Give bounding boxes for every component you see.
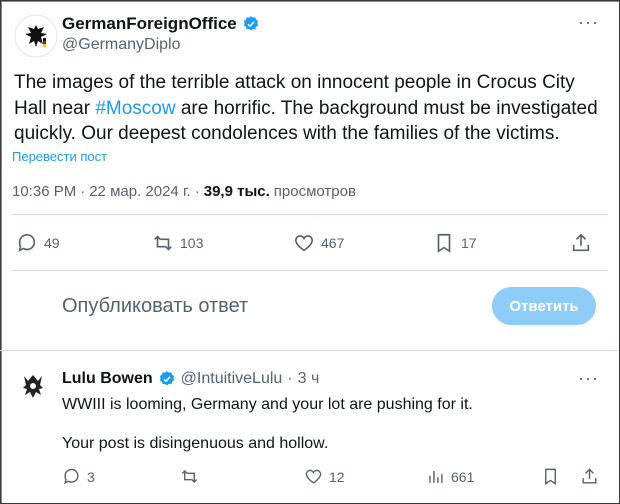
reply-author-handle[interactable]: @IntuitiveLulu: [181, 370, 283, 388]
avatar-lulu-bowen[interactable]: [14, 368, 52, 406]
like-count: 467: [321, 235, 345, 251]
reply-more-options-icon[interactable]: ···: [578, 368, 599, 389]
reply-like-count: 12: [329, 468, 345, 485]
reply-views-count: 661: [451, 468, 475, 485]
views-count: 39,9 тыс.: [203, 183, 270, 200]
reply-reply-count: 3: [87, 468, 95, 485]
reply-separator: ·: [287, 370, 293, 387]
reply-action[interactable]: 49: [16, 232, 60, 254]
reply-author-name[interactable]: Lulu Bowen: [62, 370, 153, 388]
reply-bookmark-action[interactable]: [541, 467, 560, 486]
divider: [0, 350, 618, 351]
bookmark-icon: [545, 468, 556, 485]
reply-icon: [64, 468, 79, 485]
verified-badge-icon: [159, 371, 174, 386]
repost-icon: [154, 235, 172, 251]
meta-separator: ·: [80, 183, 86, 200]
reply-reply-action[interactable]: 3: [62, 467, 95, 486]
bookmark-action[interactable]: 17: [433, 232, 477, 254]
reply-submit-button[interactable]: Ответить: [492, 287, 596, 325]
heart-icon: [294, 235, 314, 252]
analytics-icon: [429, 470, 443, 483]
bookmark-count: 17: [461, 235, 477, 251]
like-action[interactable]: 467: [293, 232, 344, 254]
divider: [12, 214, 608, 215]
translate-post-link[interactable]: Перевести пост: [12, 149, 107, 164]
author-name[interactable]: GermanForeignOffice: [62, 14, 237, 34]
divider: [12, 270, 608, 271]
repost-count: 103: [180, 235, 204, 251]
reply-icon: [18, 233, 36, 252]
avatar-germanforeignoffice[interactable]: [14, 14, 58, 58]
reply-views-action[interactable]: 661: [426, 467, 474, 486]
share-icon: [582, 468, 597, 484]
reply-text-line2: Your post is disingenuous and hollow.: [62, 435, 329, 452]
reply-age[interactable]: 3 ч: [298, 370, 320, 388]
tweet-text: The images of the terrible attack on inn…: [14, 70, 604, 147]
repost-icon: [181, 469, 198, 484]
user-avatar-icon: [14, 368, 52, 406]
reply-like-action[interactable]: 12: [304, 467, 345, 486]
views-label: просмотров: [273, 183, 356, 200]
reply-count: 49: [44, 235, 60, 251]
bookmark-icon: [437, 233, 451, 253]
more-options-icon[interactable]: ···: [578, 12, 599, 33]
tweet-meta: 10:36 PM · 22 мар. 2024 г. · 39,9 тыс. п…: [12, 183, 356, 200]
reply-repost-action[interactable]: [180, 467, 199, 486]
share-icon: [572, 233, 590, 252]
tweet-date[interactable]: 22 мар. 2024 г.: [89, 183, 191, 200]
reply-composer-input[interactable]: Опубликовать ответ: [62, 295, 248, 318]
reply-text-line1: WWIII is looming, Germany and your lot a…: [62, 396, 473, 413]
author-handle[interactable]: @GermanyDiplo: [62, 36, 181, 54]
federal-eagle-icon: [14, 14, 58, 58]
reply-share-action[interactable]: [580, 467, 599, 486]
meta-separator: ·: [194, 183, 200, 200]
repost-action[interactable]: 103: [152, 232, 203, 254]
share-action[interactable]: [570, 232, 592, 254]
hashtag-link[interactable]: #Moscow: [95, 98, 175, 119]
tweet-time[interactable]: 10:36 PM: [12, 183, 76, 200]
verified-badge-icon: [243, 16, 258, 31]
heart-icon: [305, 469, 322, 484]
